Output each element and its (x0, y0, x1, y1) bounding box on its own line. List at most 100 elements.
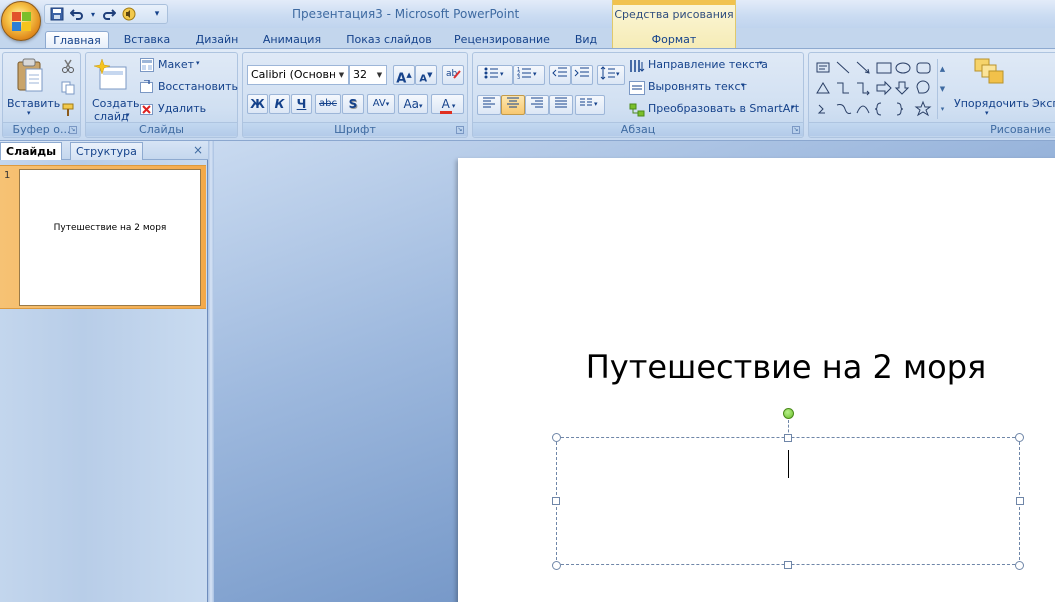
tab-home[interactable]: Главная (45, 31, 109, 49)
bold-button[interactable]: Ж (247, 94, 268, 114)
smartart-button[interactable]: Преобразовать в SmartArt (648, 102, 799, 115)
slides-group-label: Слайды (86, 122, 237, 136)
paste-label[interactable]: Вставить (7, 97, 60, 110)
paragraph-launcher-icon[interactable]: ↘ (792, 126, 800, 134)
arrange-icon[interactable] (973, 57, 1005, 90)
align-text-button[interactable]: Выровнять текст (648, 80, 747, 93)
ribbon-tabs: Главная Вставка Дизайн Анимация Показ сл… (0, 28, 1055, 49)
tab-slides[interactable]: Слайды (0, 142, 63, 160)
slide-thumbnail[interactable]: Путешествие на 2 моря (19, 169, 201, 306)
clear-formatting-button[interactable]: ab (442, 65, 464, 85)
resize-handle-left[interactable] (552, 497, 560, 505)
underline-button[interactable]: Ч (291, 94, 312, 114)
slide[interactable]: Путешествие на 2 моря (458, 158, 1055, 602)
layout-dropdown-icon[interactable]: ▾ (196, 59, 200, 67)
clipboard-launcher-icon[interactable]: ↘ (69, 126, 77, 134)
layout-button[interactable]: Макет (158, 58, 194, 71)
layout-icon[interactable] (140, 58, 154, 75)
shrink-font-button[interactable]: A▼ (415, 65, 437, 85)
line-spacing-button[interactable]: ▾ (597, 65, 625, 85)
undo-dropdown-icon[interactable]: ▾ (85, 7, 101, 22)
new-slide-dropdown-icon[interactable]: ▾ (126, 111, 130, 119)
align-right-button[interactable] (525, 95, 549, 115)
rotate-handle[interactable] (783, 408, 794, 419)
tab-slide-show[interactable]: Показ слайдов (340, 31, 438, 49)
align-text-icon[interactable] (629, 81, 645, 98)
font-size-dropdown-icon[interactable]: ▼ (373, 66, 386, 84)
quick-styles-button[interactable]: Эксп (1032, 97, 1055, 110)
arrange-dropdown-icon[interactable]: ▾ (985, 109, 989, 117)
shapes-scroll[interactable]: ▲ ▼ ▾ (937, 59, 947, 119)
slides-group: Создать слайд ▾ Макет ▾ Восстановить Уда… (85, 52, 238, 138)
new-slide-label-1[interactable]: Создать (92, 97, 140, 110)
window-title: Презентация3 - Microsoft PowerPoint (292, 7, 520, 21)
tab-review[interactable]: Рецензирование (448, 31, 556, 49)
paste-button[interactable] (13, 57, 47, 97)
italic-button[interactable]: К (269, 94, 290, 114)
columns-icon: ▾ (580, 98, 598, 108)
customize-qat-icon[interactable]: ▾ (149, 7, 165, 22)
arrange-button[interactable]: Упорядочить (954, 97, 1029, 110)
align-left-button[interactable] (477, 95, 501, 115)
reset-icon[interactable] (140, 79, 154, 97)
redo-icon[interactable] (101, 7, 117, 22)
save-icon[interactable] (49, 7, 65, 22)
strikethrough-button[interactable]: abc (315, 94, 341, 114)
text-direction-icon[interactable] (629, 59, 645, 76)
drawing-group-label: Рисование (809, 122, 1055, 136)
cut-icon[interactable] (61, 59, 75, 76)
tab-animation[interactable]: Анимация (254, 31, 330, 49)
smartart-dropdown-icon[interactable]: ▾ (791, 103, 795, 111)
paste-dropdown-icon[interactable]: ▾ (27, 109, 31, 117)
slide-thumbnail-row[interactable]: 1 Путешествие на 2 моря (0, 165, 206, 309)
font-launcher-icon[interactable]: ↘ (456, 126, 464, 134)
decrease-indent-button[interactable] (549, 65, 571, 85)
undo-icon[interactable] (69, 7, 85, 22)
font-color-button[interactable]: A ▾ (431, 94, 464, 114)
tab-view[interactable]: Вид (566, 31, 606, 49)
font-size-combo[interactable]: 32 ▼ (349, 65, 387, 85)
reset-button[interactable]: Восстановить (158, 80, 238, 93)
resize-handle-right[interactable] (1016, 497, 1024, 505)
resize-handle-top-left[interactable] (552, 433, 561, 442)
delete-slide-icon[interactable] (140, 102, 154, 119)
tab-format[interactable]: Формат (640, 31, 708, 49)
resize-handle-bottom-left[interactable] (552, 561, 561, 570)
increase-indent-icon (574, 67, 589, 77)
character-spacing-button[interactable]: AV▾ (367, 94, 395, 114)
columns-button[interactable]: ▾ (575, 95, 605, 115)
office-logo-icon (12, 12, 32, 32)
smartart-icon[interactable] (629, 103, 645, 120)
format-painter-icon[interactable] (61, 103, 75, 120)
font-name-combo[interactable]: Calibri (Основно ▼ (247, 65, 349, 85)
increase-indent-button[interactable] (571, 65, 593, 85)
copy-icon[interactable] (61, 81, 75, 98)
tab-insert[interactable]: Вставка (117, 31, 177, 49)
resize-handle-bottom[interactable] (784, 561, 792, 569)
change-case-button[interactable]: Aa▾ (398, 94, 428, 114)
resize-handle-bottom-right[interactable] (1015, 561, 1024, 570)
tab-design[interactable]: Дизайн (188, 31, 246, 49)
bullets-button[interactable]: ▾ (477, 65, 513, 85)
text-direction-button[interactable]: Направление текста (648, 58, 768, 71)
align-center-button[interactable] (501, 95, 525, 115)
justify-button[interactable] (549, 95, 573, 115)
sound-icon[interactable] (121, 7, 137, 22)
clipboard-group: Вставить ▾ Буфер о... ↘ (2, 52, 81, 138)
slide-title[interactable]: Путешествие на 2 моря (458, 348, 1055, 386)
text-direction-dropdown-icon[interactable]: ▾ (759, 59, 763, 67)
numbering-button[interactable]: 1 2 3 ▾ (513, 65, 545, 85)
grow-font-button[interactable]: A▲ (393, 65, 415, 86)
slides-pane: Слайды Структура × 1 Путешествие на 2 мо… (0, 141, 208, 602)
font-name-dropdown-icon[interactable]: ▼ (335, 66, 348, 84)
shapes-gallery[interactable] (815, 59, 935, 119)
shadow-button[interactable]: S (342, 94, 364, 114)
delete-slide-button[interactable]: Удалить (158, 102, 206, 115)
tab-outline[interactable]: Структура (70, 142, 143, 160)
align-text-dropdown-icon[interactable]: ▾ (741, 81, 745, 89)
resize-handle-top[interactable] (784, 434, 792, 442)
office-button[interactable] (1, 1, 41, 41)
new-slide-button[interactable] (93, 57, 128, 95)
close-pane-icon[interactable]: × (193, 143, 203, 157)
resize-handle-top-right[interactable] (1015, 433, 1024, 442)
